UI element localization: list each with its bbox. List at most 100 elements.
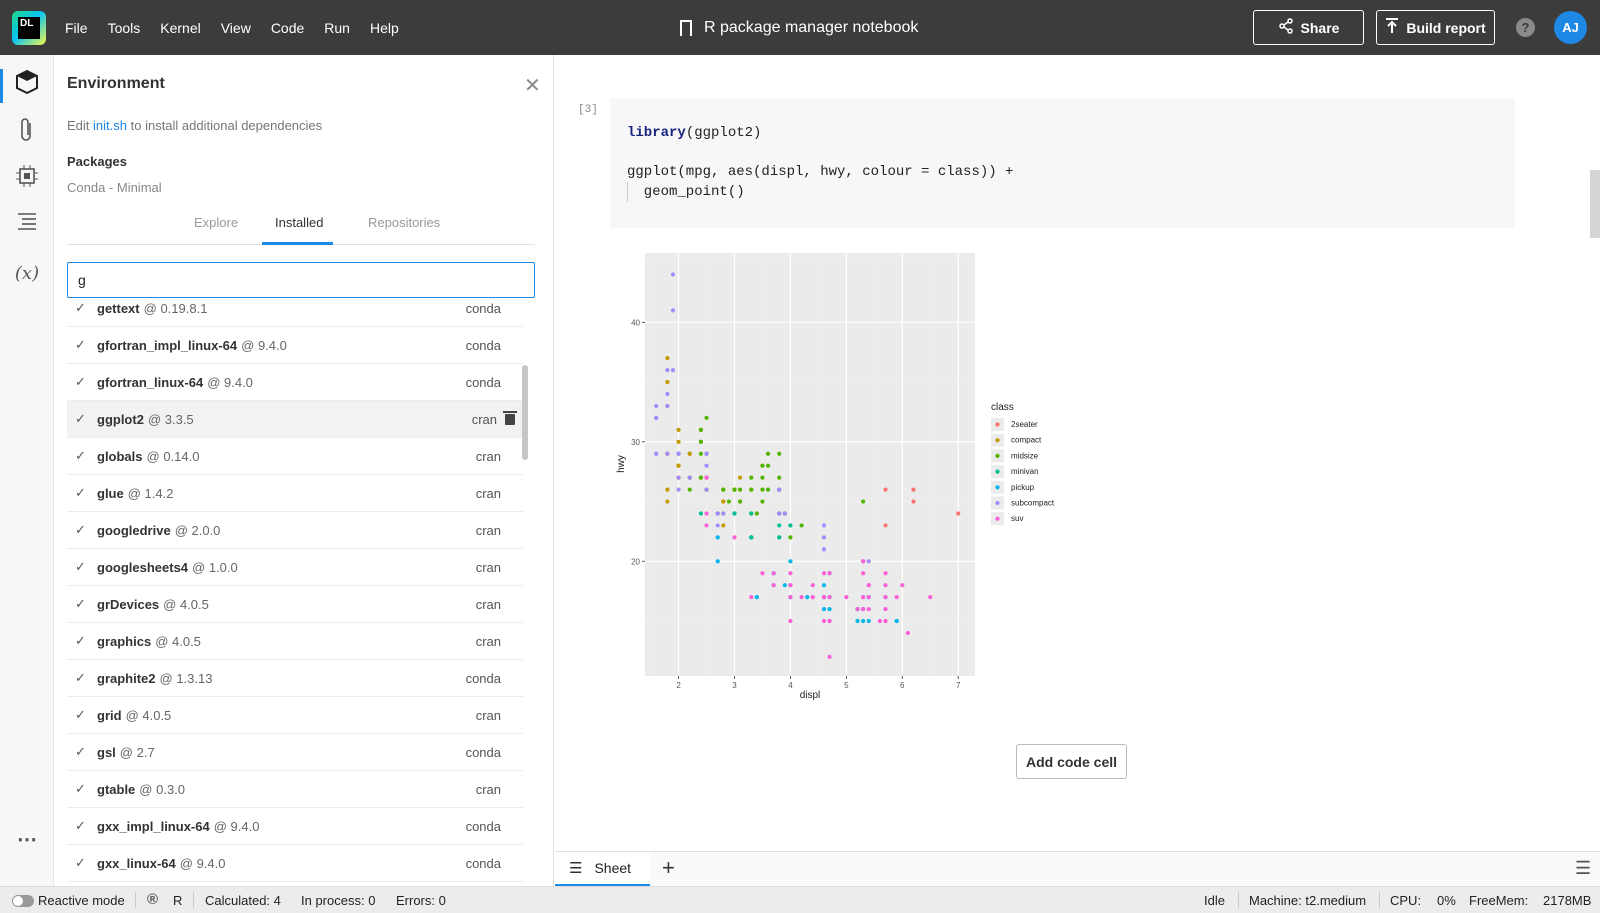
package-row[interactable]: ✓ gfortran_linux-64 @ 9.4.0 conda [67, 364, 523, 401]
help-icon[interactable]: ? [1516, 18, 1535, 37]
more-options-icon[interactable]: ⋯ [12, 825, 42, 855]
data-point-midsize [765, 463, 771, 468]
init-sh-link[interactable]: init.sh [93, 118, 127, 133]
data-point-subcompact [704, 463, 709, 468]
menu-tools[interactable]: Tools [108, 20, 141, 36]
data-point-2seater [883, 523, 888, 528]
code-line-3: ggplot(mpg, aes(displ, hwy, colour = cla… [627, 164, 1014, 180]
legend-key-pickup [995, 485, 1000, 490]
package-version: @ 3.3.5 [147, 411, 194, 427]
data-point-suv [866, 583, 871, 588]
package-row[interactable]: ✓ graphics @ 4.0.5 cran [67, 623, 523, 660]
package-search-input[interactable] [67, 262, 535, 298]
data-point-suv [866, 606, 871, 612]
data-point-subcompact [676, 475, 681, 480]
tab-explore[interactable]: Explore [194, 215, 238, 230]
tab-installed[interactable]: Installed [275, 215, 323, 230]
menu-code[interactable]: Code [271, 20, 304, 36]
package-row[interactable]: ✓ googledrive @ 2.0.0 cran [67, 512, 523, 549]
packages-scrollbar[interactable] [522, 365, 528, 460]
hint-suffix: to install additional dependencies [130, 118, 323, 133]
data-point-pickup [821, 583, 827, 588]
package-version: @ 1.0.0 [192, 559, 238, 575]
machine-type[interactable]: Machine: t2.medium [1249, 893, 1366, 908]
notebook-scrollbar[interactable] [1590, 170, 1600, 238]
code-cell[interactable]: library(ggplot2) ggplot(mpg, aes(displ, … [610, 98, 1515, 228]
sheets-menu-icon[interactable]: ☰ [1575, 858, 1591, 879]
sheet-tab[interactable]: ☰ Sheet [555, 852, 650, 887]
close-icon[interactable]: ✕ [524, 73, 541, 98]
menu-kernel[interactable]: Kernel [160, 20, 200, 36]
data-point-subcompact [687, 475, 692, 480]
data-point-midsize [737, 487, 743, 492]
data-point-midsize [704, 415, 709, 420]
package-row[interactable]: ✓ gsl @ 2.7 conda [67, 734, 523, 771]
package-version: @ 0.3.0 [139, 781, 186, 797]
package-row[interactable]: ✓ globals @ 0.14.0 cran [67, 438, 523, 475]
package-row[interactable]: ✓ graphite2 @ 1.3.13 conda [67, 660, 523, 697]
legend-key-minivan [995, 469, 1000, 474]
code-line-1: library(ggplot2) [627, 125, 762, 141]
package-version: @ 9.4.0 [241, 337, 287, 353]
environment-box-icon[interactable] [12, 69, 42, 99]
menu-run[interactable]: Run [324, 20, 350, 36]
menu-help[interactable]: Help [370, 20, 399, 36]
data-point-suv [883, 618, 888, 624]
share-button[interactable]: Share [1253, 10, 1364, 45]
menu-file[interactable]: File [65, 20, 88, 36]
data-point-midsize [726, 499, 731, 504]
add-sheet-button[interactable]: + [662, 855, 675, 881]
package-row[interactable]: ✓ ggplot2 @ 3.3.5 cran [67, 401, 523, 438]
package-row[interactable]: ✓ gfortran_impl_linux-64 @ 9.4.0 conda [67, 327, 523, 364]
indent-guide [627, 182, 628, 202]
attachment-icon[interactable] [12, 117, 42, 147]
package-row[interactable]: ✓ glue @ 1.4.2 cran [67, 475, 523, 512]
data-point-pickup [894, 618, 899, 624]
package-row[interactable]: ✓ googlesheets4 @ 1.0.0 cran [67, 549, 523, 586]
data-point-compact [665, 379, 670, 385]
x-tick-label: 4 [788, 681, 793, 690]
legend-label: 2seater [1011, 420, 1038, 429]
data-point-minivan [698, 511, 704, 516]
package-version: @ 1.3.13 [159, 670, 213, 686]
data-point-subcompact [670, 308, 676, 313]
package-version: @ 9.4.0 [179, 855, 226, 871]
notebook-title[interactable]: R package manager notebook [704, 19, 918, 37]
package-row[interactable]: ✓ gettext @ 0.19.8.1 conda [67, 298, 523, 327]
data-point-suv [855, 606, 860, 612]
variables-icon[interactable]: (x) [12, 259, 42, 289]
data-point-subcompact [665, 403, 670, 409]
checkmark-icon: ✓ [75, 707, 86, 722]
package-name: googlesheets4 [97, 559, 189, 575]
data-point-suv [861, 595, 866, 600]
add-code-cell-button[interactable]: Add code cell [1016, 744, 1127, 779]
data-point-suv [799, 595, 804, 600]
logo-text: DL [18, 17, 40, 39]
tab-repositories[interactable]: Repositories [368, 215, 440, 230]
package-row[interactable]: ✓ gtable @ 0.3.0 cran [67, 771, 523, 808]
data-point-suv [894, 595, 899, 600]
data-point-suv [827, 654, 832, 659]
bookmark-icon[interactable] [680, 19, 692, 41]
legend-key-midsize [995, 453, 1000, 458]
reactive-mode-toggle[interactable] [12, 895, 34, 907]
data-point-subcompact [654, 415, 659, 420]
build-report-button[interactable]: Build report [1376, 10, 1495, 45]
data-point-midsize [754, 511, 759, 516]
user-avatar[interactable]: AJ [1554, 11, 1587, 44]
package-row[interactable]: ✓ grid @ 4.0.5 cran [67, 697, 523, 734]
data-point-pickup [827, 606, 832, 612]
data-point-suv [861, 559, 866, 564]
data-point-suv [883, 571, 888, 576]
package-row[interactable]: ✓ gxx_impl_linux-64 @ 9.4.0 conda [67, 808, 523, 845]
trash-icon[interactable] [503, 411, 517, 425]
x-axis-label: displ [800, 690, 821, 701]
cpu-chip-icon[interactable] [12, 164, 42, 194]
package-row[interactable]: ✓ grDevices @ 4.0.5 cran [67, 586, 523, 623]
app-logo[interactable]: DL [12, 11, 46, 45]
outline-list-icon[interactable] [12, 211, 42, 241]
package-name: grDevices [97, 596, 160, 612]
menu-view[interactable]: View [221, 20, 251, 36]
package-row[interactable]: ✓ gxx_linux-64 @ 9.4.0 conda [67, 845, 523, 882]
package-name: graphics [97, 633, 152, 649]
